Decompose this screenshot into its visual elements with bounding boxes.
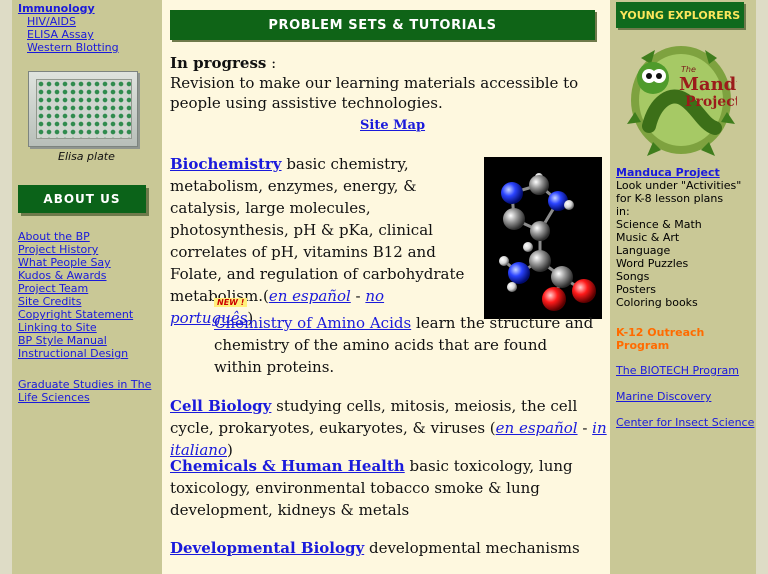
svg-text:Project: Project [685,94,737,110]
manduca-line-6: Word Puzzles [616,257,689,270]
manduca-line-3: Science & Math [616,218,702,231]
elisa-caption: Elisa plate [58,150,115,163]
copyright-link[interactable]: Copyright Statement [18,308,133,321]
biochem-sep: - [350,287,366,305]
immunology-sublinks: HIV/AIDS ELISA Assay Western Blotting [27,15,119,54]
manduca-line-1: for K-8 lesson plans [616,192,724,205]
manduca-line-8: Posters [616,283,657,296]
elisa-plate-image[interactable] [28,71,138,147]
chemicals-health-link[interactable]: Chemicals & Human Health [170,457,405,475]
about-us-header: ABOUT US [18,185,146,213]
instructional-design-link[interactable]: Instructional Design [18,347,133,360]
right-links-list: The BIOTECH Program Marine Discovery Cen… [616,364,756,442]
cell-biology-link[interactable]: Cell Biology [170,397,271,415]
cell-sep: - [577,419,593,437]
chemicals-health-section: Chemicals & Human Health basic toxicolog… [170,455,610,521]
amino-acids-section: Chemistry of Amino Acids learn the struc… [214,312,594,378]
main-content: PROBLEM SETS & TUTORIALS In progress : R… [162,0,610,574]
right-gutter [756,0,768,574]
biochemistry-desc: basic chemistry, metabolism, enzymes, en… [170,155,465,305]
western-blotting-link[interactable]: Western Blotting [27,41,119,54]
graduate-studies-link[interactable]: Graduate Studies in The Life Sciences [18,378,158,404]
in-progress-colon: : [266,54,277,72]
developmental-biology-section: Developmental Biology developmental mech… [170,537,610,559]
marine-discovery-link[interactable]: Marine Discovery [616,390,756,403]
developmental-biology-desc: developmental mechanisms [368,539,580,557]
site-map-link[interactable]: Site Map [360,118,425,133]
site-map-container: Site Map [360,118,425,133]
site-credits-link[interactable]: Site Credits [18,295,133,308]
svg-text:The: The [681,65,696,74]
project-history-link[interactable]: Project History [18,243,133,256]
manduca-line-4: Music & Art [616,231,680,244]
young-explorers-header: YOUNG EXPLORERS [616,2,744,28]
left-gutter [0,0,12,574]
k12-outreach-label: K-12 Outreach Program [616,326,705,352]
right-sidebar: YOUNG EXPLORERS The Manduca Project Mand… [610,0,756,574]
amino-acids-link[interactable]: Chemistry of Amino Acids [214,314,411,332]
manduca-project-link[interactable]: Manduca Project [616,166,720,179]
bp-style-manual-link[interactable]: BP Style Manual [18,334,133,347]
cell-biology-section: Cell Biology studying cells, mitosis, me… [170,395,610,461]
manduca-project-block: Manduca Project Look under "Activities" … [616,166,756,309]
biochem-espanol-link[interactable]: en español [269,287,351,305]
kudos-awards-link[interactable]: Kudos & Awards [18,269,133,282]
biochemistry-link[interactable]: Biochemistry [170,155,282,173]
manduca-project-logo[interactable]: The Manduca Project [625,42,737,160]
project-team-link[interactable]: Project Team [18,282,133,295]
in-progress-note: In progress : Revision to make our learn… [170,53,600,113]
cell-espanol-link[interactable]: en español [496,419,578,437]
left-sidebar: Immunology HIV/AIDS ELISA Assay Western … [12,0,162,574]
manduca-line-9: Coloring books [616,296,698,309]
in-progress-text: Revision to make our learning materials … [170,74,579,112]
hiv-aids-link[interactable]: HIV/AIDS [27,15,119,28]
manduca-line-5: Language [616,244,671,257]
new-badge: NEW ! [214,298,248,307]
about-bp-link[interactable]: About the BP [18,230,133,243]
about-links-list: About the BP Project History What People… [18,230,133,360]
svg-text:Manduca: Manduca [679,74,737,95]
manduca-line-2: in: [616,205,630,218]
elisa-assay-link[interactable]: ELISA Assay [27,28,119,41]
developmental-biology-link[interactable]: Developmental Biology [170,539,364,557]
cell-open-paren: ( [485,419,496,437]
manduca-line-0: Look under "Activities" [616,179,742,192]
manduca-line-7: Songs [616,270,650,283]
amino-acid-molecule-image [484,157,602,319]
in-progress-title: In progress [170,54,267,72]
problem-sets-header: PROBLEM SETS & TUTORIALS [170,10,595,40]
immunology-link[interactable]: Immunology [18,2,95,15]
elisa-plate-wells [36,79,132,139]
insect-science-link[interactable]: Center for Insect Science [616,416,756,429]
biotech-program-link[interactable]: The BIOTECH Program [616,364,756,377]
linking-to-site-link[interactable]: Linking to Site [18,321,133,334]
what-people-say-link[interactable]: What People Say [18,256,133,269]
